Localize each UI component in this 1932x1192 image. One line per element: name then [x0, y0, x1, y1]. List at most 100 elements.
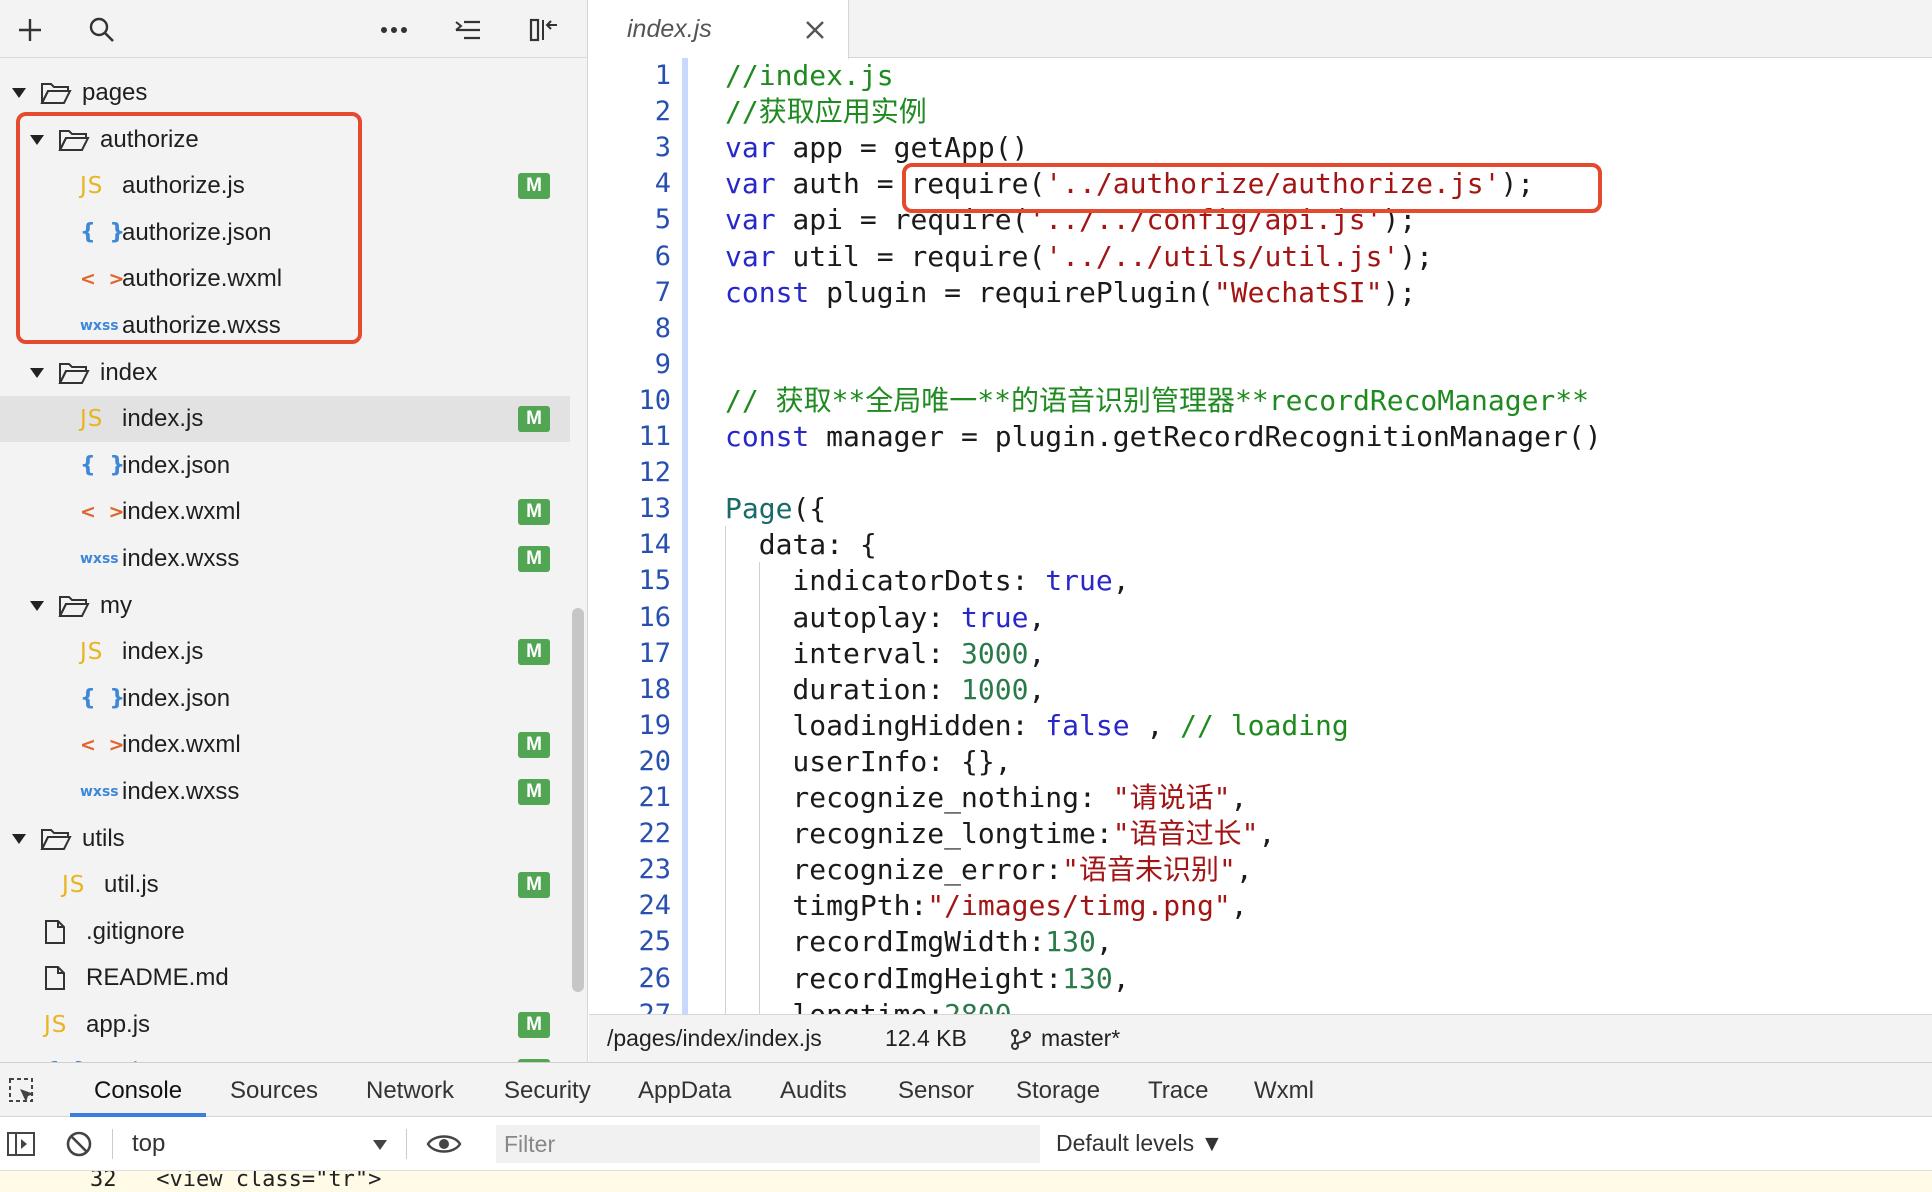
file-item[interactable]: { } authorize.json [0, 210, 570, 256]
console-filter-input[interactable] [496, 1125, 1040, 1163]
code-token: true [1045, 564, 1113, 598]
eye-icon[interactable] [426, 1131, 462, 1157]
code-line[interactable]: interval: 3000, [725, 636, 1045, 672]
console-output: 32 <view class="tr"> [0, 1171, 1932, 1192]
caret-down-icon[interactable] [28, 597, 46, 615]
file-item[interactable]: JS authorize.js M [0, 163, 570, 209]
devtools-tab-trace[interactable]: Trace [1148, 1077, 1208, 1105]
caret-down-icon[interactable] [28, 131, 46, 149]
devtools-tab-console[interactable]: Console [94, 1077, 182, 1105]
status-git-branch[interactable]: master* [1041, 1025, 1120, 1052]
code-line[interactable]: recordImgHeight:130, [725, 961, 1129, 997]
code-line[interactable]: var api = require('../../config/api.js')… [725, 202, 1416, 238]
code-line[interactable]: data: { [725, 527, 877, 563]
line-number: 7 [654, 276, 671, 308]
code-line[interactable]: const manager = plugin.getRecordRecognit… [725, 419, 1602, 455]
devtools-tab-sensor[interactable]: Sensor [898, 1077, 974, 1105]
devtools-tab-storage[interactable]: Storage [1016, 1077, 1100, 1105]
code-token: ); [1382, 275, 1417, 309]
code-line[interactable]: var app = getApp() [725, 130, 1028, 166]
code-line[interactable]: recognize_longtime:"语音过长", [725, 816, 1275, 852]
caret-down-icon[interactable] [28, 364, 46, 382]
folder-item[interactable]: utils [0, 816, 570, 862]
file-item[interactable]: README.md [0, 955, 570, 1001]
file-item[interactable]: JS app.js M [0, 1002, 570, 1048]
code-line[interactable]: Page({ [725, 491, 826, 527]
folder-item[interactable]: authorize [0, 117, 570, 163]
folder-item[interactable]: index [0, 350, 570, 396]
file-item[interactable]: wxss index.wxss M [0, 769, 570, 815]
code-line[interactable]: recordImgWidth:130, [725, 924, 1112, 960]
plus-icon[interactable] [10, 10, 50, 50]
console-sidebar-icon[interactable] [6, 1131, 36, 1157]
search-icon[interactable] [82, 10, 122, 50]
file-item[interactable]: { } index.json [0, 676, 570, 722]
code-line[interactable]: var auth = require('../authorize/authori… [725, 166, 1534, 202]
caret-down-icon[interactable] [10, 830, 28, 848]
line-number: 1 [654, 60, 671, 91]
file-item[interactable]: JS util.js M [0, 862, 570, 908]
line-number: 19 [638, 709, 671, 741]
devtools-tab-wxml[interactable]: Wxml [1254, 1077, 1314, 1105]
code-line[interactable]: //index.js [725, 58, 894, 94]
collapse-all-icon[interactable] [448, 10, 488, 50]
code-line[interactable]: longtime:2800 [725, 997, 1011, 1014]
explorer-scrollbar[interactable] [572, 608, 584, 992]
file-label: index.wxml [122, 498, 241, 526]
chevron-down-icon[interactable] [372, 1139, 388, 1151]
code-token: api = require( [775, 203, 1029, 237]
file-item[interactable]: .gitignore [0, 909, 570, 955]
code-line[interactable]: indicatorDots: true, [725, 563, 1129, 599]
file-item[interactable]: wxss index.wxss M [0, 536, 570, 582]
code-token: userInfo: {}, [725, 744, 1012, 778]
log-levels-select[interactable]: Default levels ▼ [1056, 1130, 1223, 1157]
folder-item[interactable]: pages [0, 70, 570, 116]
code-line[interactable]: timgPth:"/images/timg.png", [725, 888, 1247, 924]
more-icon[interactable] [374, 10, 414, 50]
file-item[interactable]: JS index.js M [0, 396, 570, 443]
code-line[interactable]: recognize_nothing: "请说话", [725, 780, 1247, 816]
code-line[interactable]: var util = require('../../utils/util.js'… [725, 239, 1433, 275]
code-token: recordImgHeight: [725, 961, 1063, 995]
code-token: recognize_error: [725, 853, 1063, 887]
line-number: 13 [638, 493, 671, 525]
tab-label: index.js [627, 15, 712, 43]
code-line[interactable]: // 获取**全局唯一**的语音识别管理器**recordRecoManager… [725, 383, 1589, 419]
modified-badge: M [518, 173, 550, 200]
line-number: 4 [654, 168, 671, 200]
file-item[interactable]: { }app.jsonM [0, 1049, 570, 1062]
code-line[interactable]: autoplay: true, [725, 600, 1045, 636]
file-label: authorize.wxml [122, 265, 283, 293]
tab-index-js[interactable]: index.js [589, 0, 849, 59]
devtools-tab-audits[interactable]: Audits [780, 1077, 847, 1105]
code-line[interactable]: userInfo: {}, [725, 744, 1012, 780]
code-token: autoplay: [725, 600, 962, 634]
execution-context-select[interactable]: top [132, 1130, 165, 1158]
code-line[interactable]: recognize_error:"语音未识别", [725, 852, 1252, 888]
code-line[interactable]: duration: 1000, [725, 672, 1045, 708]
devtools-tab-sources[interactable]: Sources [230, 1077, 318, 1105]
close-icon[interactable] [803, 18, 827, 42]
folder-item[interactable]: my [0, 583, 570, 629]
devtools-tab-appdata[interactable]: AppData [638, 1077, 731, 1105]
hide-panel-icon[interactable] [524, 10, 564, 50]
code-area[interactable]: 1 //index.js 2 //获取应用实例 3 var app = getApp() 4… [589, 58, 1932, 1014]
code-line[interactable]: //获取应用实例 [725, 94, 927, 130]
file-item[interactable]: wxss authorize.wxss [0, 303, 570, 349]
caret-down-icon[interactable] [10, 84, 28, 102]
file-item[interactable]: { } index.json [0, 443, 570, 489]
clear-console-icon[interactable] [64, 1129, 94, 1159]
inspect-element-icon[interactable] [8, 1077, 38, 1107]
file-item[interactable]: < > index.wxml M [0, 722, 570, 768]
code-line[interactable]: loadingHidden: false , // loading [725, 708, 1348, 744]
code-line[interactable]: const plugin = requirePlugin("WechatSI")… [725, 275, 1416, 311]
file-item[interactable]: JS index.js M [0, 629, 570, 675]
file-item[interactable]: < > authorize.wxml [0, 256, 570, 302]
code-token: var [725, 131, 776, 165]
devtools-tab-network[interactable]: Network [366, 1077, 454, 1105]
file-item[interactable]: < > index.wxml M [0, 489, 570, 535]
code-token: indicatorDots: [725, 564, 1046, 598]
devtools-tab-security[interactable]: Security [504, 1077, 591, 1105]
file-label: index.wxss [122, 778, 240, 805]
js-file-icon: JS [80, 639, 104, 666]
